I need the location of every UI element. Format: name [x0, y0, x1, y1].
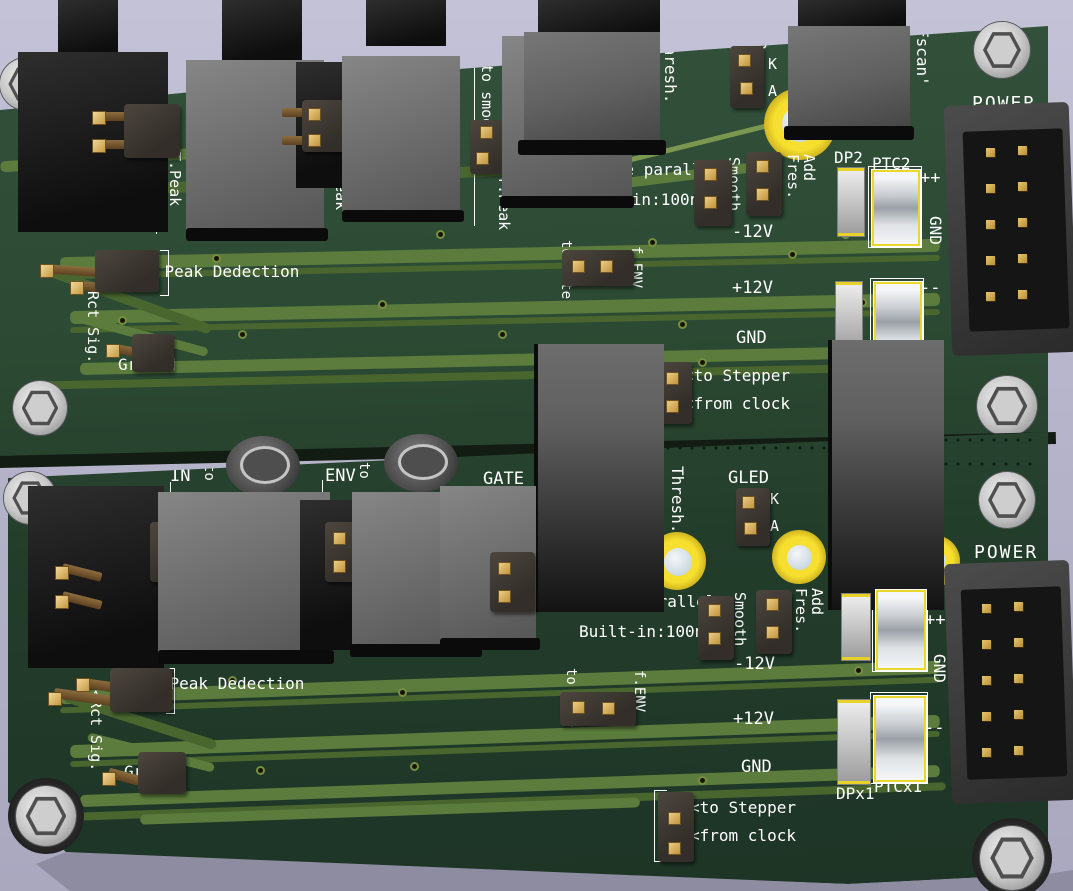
jack-shadow	[440, 638, 540, 650]
gold-pad	[572, 701, 585, 714]
screw	[16, 786, 76, 846]
connector-pin	[1014, 674, 1023, 683]
pcb-3d-viewport[interactable]: IN T.Peak ENV f.Peak GATE to smooth f.Pe…	[0, 0, 1073, 891]
bottom-board-components	[0, 0, 1073, 891]
smd-ptc-fuse	[876, 590, 926, 670]
hex-socket	[988, 481, 1026, 519]
connector-pin	[982, 640, 991, 649]
connector-pin	[1014, 746, 1023, 755]
pin-tip	[102, 772, 116, 786]
gold-pad	[333, 532, 346, 545]
jack-barrel-ring	[240, 446, 290, 484]
connector-pin	[1014, 710, 1023, 719]
gold-pad	[766, 598, 779, 611]
hex-socket	[26, 796, 67, 837]
connector-pin	[982, 676, 991, 685]
hex-socket-inner	[995, 841, 1030, 876]
gold-pad	[668, 812, 681, 825]
gold-pad	[708, 604, 721, 617]
gold-pad	[498, 590, 511, 603]
gold-pad	[668, 842, 681, 855]
gold-pad	[708, 632, 721, 645]
pin-tip	[55, 595, 69, 609]
connector-pin	[982, 748, 991, 757]
hex-socket-inner	[30, 800, 63, 833]
gold-pad	[766, 626, 779, 639]
smd-ptc-fuse	[874, 696, 926, 782]
screw	[980, 826, 1044, 890]
connector-pin	[982, 712, 991, 721]
gold-pad	[744, 522, 757, 535]
jack-barrel-ring	[398, 444, 448, 480]
pin-tip	[48, 692, 62, 706]
pin-header	[110, 668, 172, 712]
audio-jack-rear	[534, 344, 664, 612]
smd-diode	[842, 594, 870, 660]
gold-pad	[602, 702, 615, 715]
smd-diode	[838, 700, 870, 784]
gold-pad	[742, 496, 755, 509]
gold-pad	[333, 560, 346, 573]
jack-shadow	[158, 650, 334, 664]
connector-pin	[1014, 638, 1023, 647]
connector-pin	[982, 604, 991, 613]
hex-socket-inner	[992, 485, 1022, 515]
connector-pin	[1014, 602, 1023, 611]
pin-tip	[76, 678, 90, 692]
gold-pad	[498, 562, 511, 575]
hex-socket	[990, 836, 1034, 880]
pin-header	[490, 552, 535, 612]
audio-jack-rear	[828, 340, 944, 610]
pin-header	[138, 752, 186, 794]
pin-tip	[55, 566, 69, 580]
screw	[979, 472, 1035, 528]
